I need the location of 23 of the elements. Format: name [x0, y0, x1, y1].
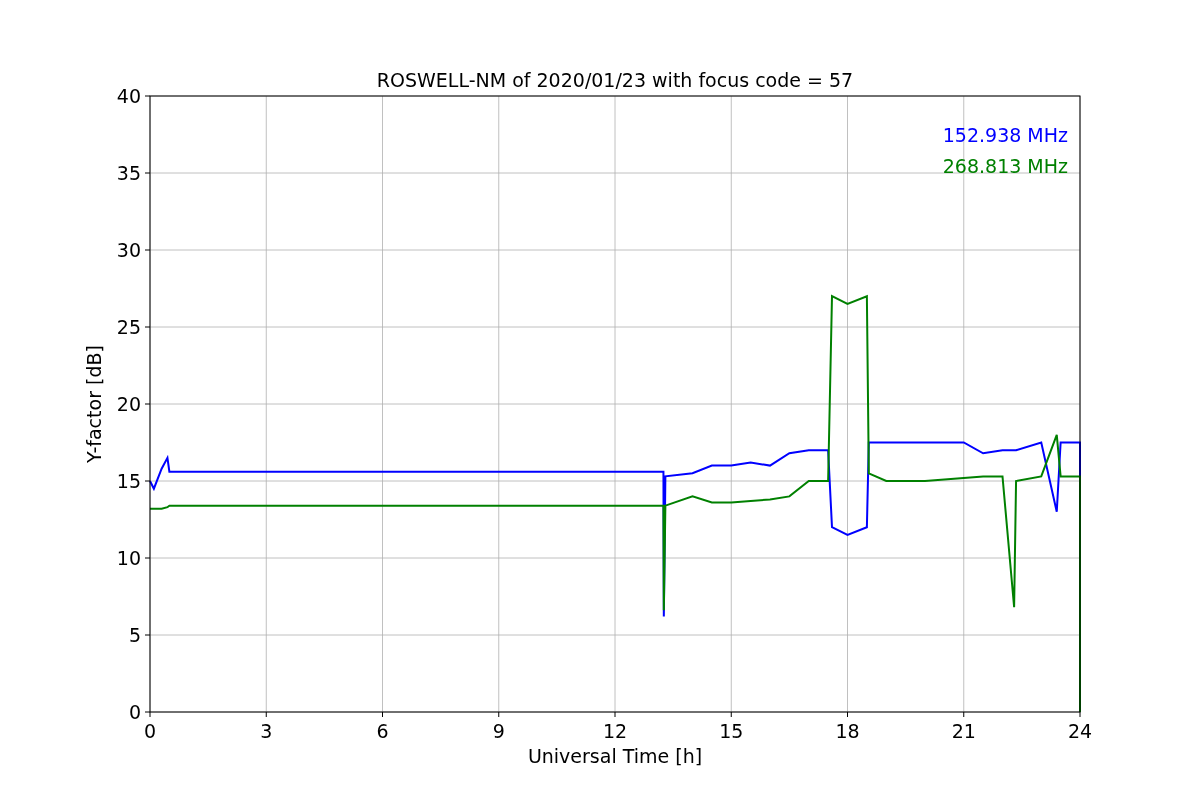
y-tick-label: 20 — [116, 393, 141, 415]
y-tick-label: 10 — [116, 547, 141, 569]
x-tick-label: 0 — [143, 720, 157, 742]
x-tick-label: 24 — [1067, 720, 1093, 742]
x-tick-label: 21 — [951, 720, 976, 742]
y-tick-label: 35 — [116, 162, 141, 184]
y-tick-label: 25 — [116, 316, 141, 338]
y-tick-label: 30 — [116, 239, 141, 261]
y-axis-label: Y-factor [dB] — [83, 345, 105, 463]
chart-title: ROSWELL-NM of 2020/01/23 with focus code = 57 — [376, 69, 854, 91]
x-tick-label: 9 — [492, 720, 505, 742]
y-tick-label: 40 — [116, 85, 141, 107]
x-tick-label: 18 — [835, 720, 860, 742]
y-tick-label: 5 — [128, 624, 141, 646]
y-tick-label: 15 — [116, 470, 141, 492]
legend-label: 152.938 MHz — [942, 124, 1068, 146]
x-axis-label: Universal Time [h] — [527, 745, 703, 767]
legend-label: 268.813 MHz — [942, 155, 1068, 177]
x-tick-label: 15 — [719, 720, 744, 742]
x-tick-label: 3 — [260, 720, 273, 742]
y-tick-label: 0 — [128, 701, 141, 723]
x-tick-label: 12 — [602, 720, 628, 742]
x-tick-label: 6 — [376, 720, 389, 742]
